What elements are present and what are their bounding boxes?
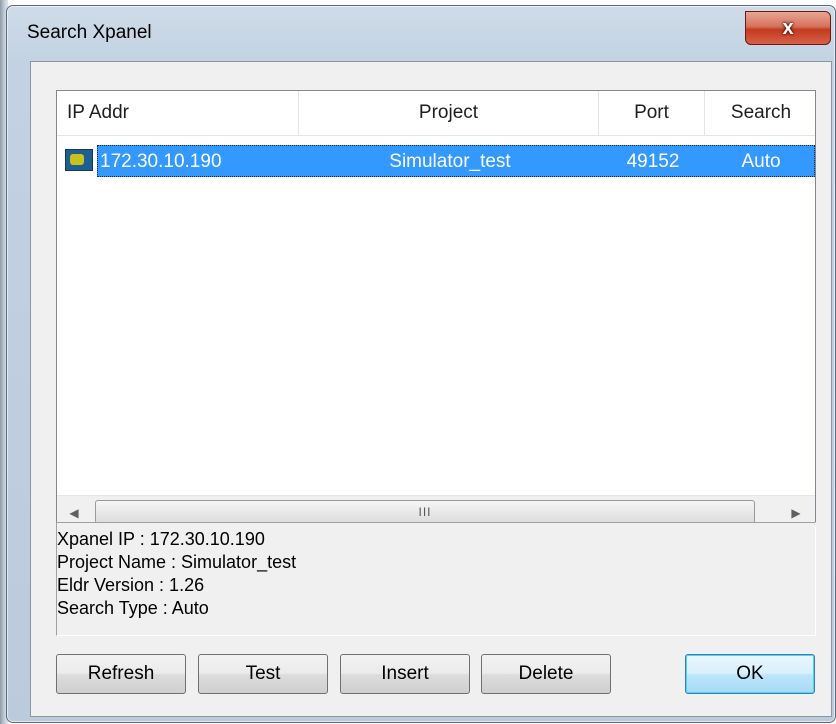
dialog-window: Search Xpanel x IP Addr Project Port Sea… — [6, 5, 836, 723]
column-project[interactable]: Project — [299, 91, 599, 135]
insert-button[interactable]: Insert — [340, 654, 470, 694]
device-icon — [65, 149, 93, 171]
column-port[interactable]: Port — [599, 91, 705, 135]
row-selection: 172.30.10.190 Simulator_test 49152 Auto — [97, 145, 815, 177]
info-eldr-version: Eldr Version : 1.26 — [57, 575, 205, 595]
test-button[interactable]: Test — [198, 654, 328, 694]
info-project-name: Project Name : Simulator_test — [57, 552, 297, 572]
cell-ip: 172.30.10.190 — [100, 151, 222, 172]
list-header: IP Addr Project Port Search — [57, 91, 815, 136]
close-button[interactable]: x — [745, 11, 831, 45]
dialog-client-area: IP Addr Project Port Search 172.30.10.19… — [30, 61, 832, 717]
ok-button[interactable]: OK — [685, 654, 815, 694]
column-search[interactable]: Search — [705, 91, 815, 135]
cell-port: 49152 — [626, 151, 680, 172]
cell-search: Auto — [741, 151, 781, 172]
xpanel-list[interactable]: IP Addr Project Port Search 172.30.10.19… — [56, 90, 816, 544]
info-xpanel-ip: Xpanel IP : 172.30.10.190 — [57, 529, 265, 549]
delete-button[interactable]: Delete — [481, 654, 611, 694]
cell-project: Simulator_test — [389, 151, 511, 172]
close-icon: x — [782, 16, 794, 39]
window-title: Search Xpanel — [27, 22, 152, 43]
info-panel: Xpanel IP : 172.30.10.190 Project Name :… — [56, 522, 816, 636]
column-ip-addr[interactable]: IP Addr — [57, 91, 299, 135]
table-row[interactable]: 172.30.10.190 Simulator_test 49152 Auto — [65, 145, 815, 177]
refresh-button[interactable]: Refresh — [56, 654, 186, 694]
info-search-type: Search Type : Auto — [57, 598, 209, 618]
scroll-thumb[interactable]: III — [95, 500, 755, 524]
